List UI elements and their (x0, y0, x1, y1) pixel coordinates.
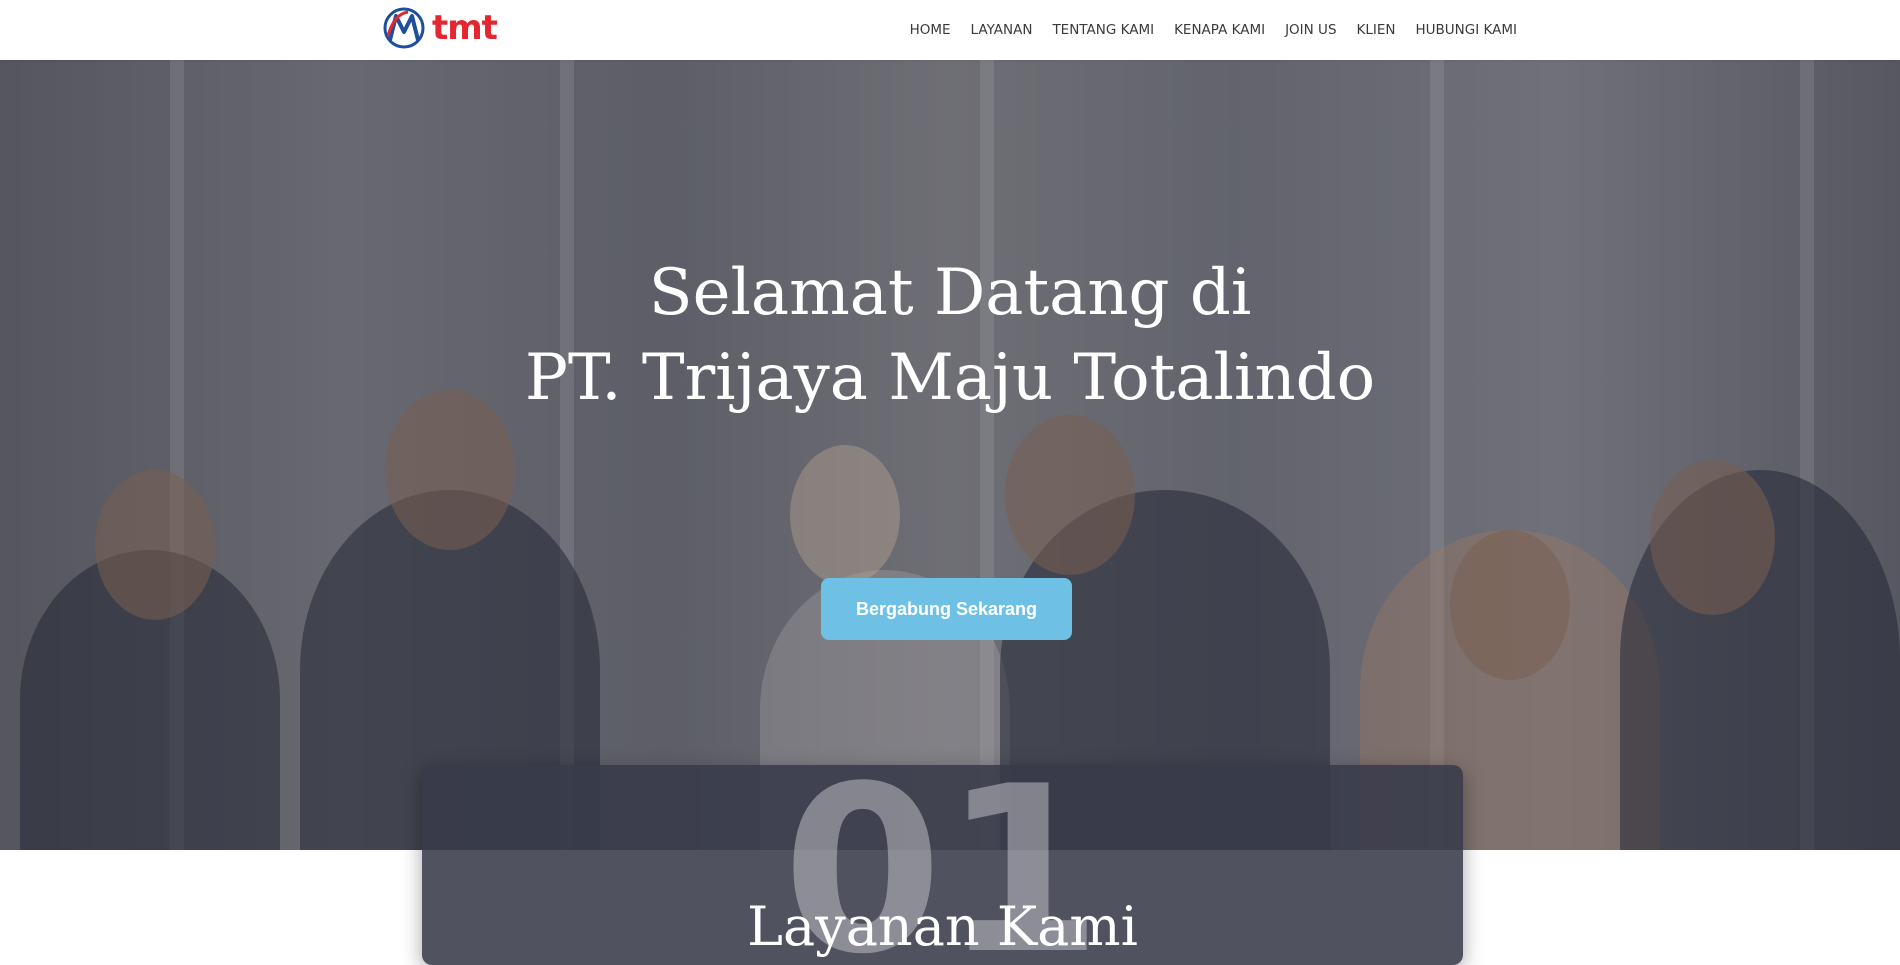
nav-item-hubungi-kami[interactable]: HUBUNGI KAMI (1416, 22, 1518, 38)
join-now-button[interactable]: Bergabung Sekarang (821, 578, 1072, 640)
tmt-logo-mark-icon (383, 7, 425, 49)
services-card-title: Layanan Kami (747, 895, 1138, 958)
logo-wordmark: tmt (432, 8, 498, 48)
company-logo[interactable]: tmt (382, 7, 498, 49)
hero-section: Selamat Datang di PT. Trijaya Maju Total… (0, 60, 1900, 850)
nav-item-layanan[interactable]: LAYANAN (971, 22, 1033, 38)
services-card: 01 Layanan Kami (422, 765, 1463, 965)
top-navbar: tmt HOME LAYANAN TENTANG KAMI KENAPA KAM… (0, 0, 1900, 60)
hero-title-line-2: PT. Trijaya Maju Totalindo (524, 341, 1376, 415)
nav-item-join-us[interactable]: JOIN US (1285, 22, 1336, 38)
person-head (1450, 530, 1570, 680)
hero-title-line-1: Selamat Datang di (648, 256, 1252, 330)
person-head (790, 445, 900, 585)
nav-item-klien[interactable]: KLIEN (1357, 22, 1396, 38)
person-head (1650, 460, 1775, 615)
person-head (95, 470, 215, 620)
nav-item-kenapa-kami[interactable]: KENAPA KAMI (1174, 22, 1265, 38)
nav-item-home[interactable]: HOME (910, 22, 951, 38)
nav-item-tentang-kami[interactable]: TENTANG KAMI (1052, 22, 1154, 38)
person-head (1005, 415, 1135, 575)
main-navigation: HOME LAYANAN TENTANG KAMI KENAPA KAMI JO… (910, 0, 1517, 60)
